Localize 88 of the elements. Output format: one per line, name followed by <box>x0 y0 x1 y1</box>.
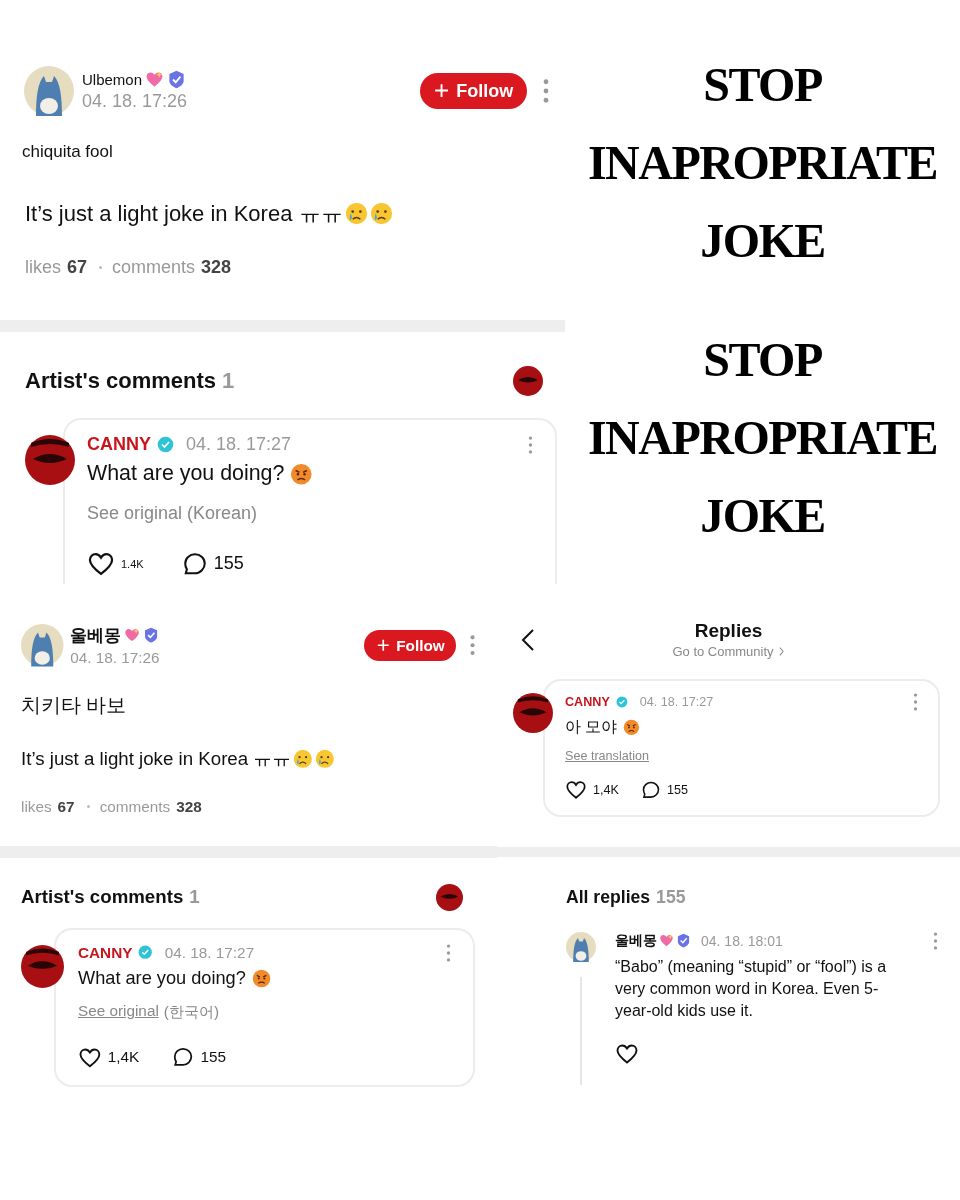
likes-label: likes <box>21 797 52 816</box>
reply-icon[interactable] <box>181 550 208 577</box>
post-text: It’s just a light joke in Korea ㅠㅠ <box>21 746 292 771</box>
translation-link[interactable]: See translation <box>565 749 649 764</box>
crying-face-icon <box>314 748 335 769</box>
chevron-right-icon[interactable] <box>777 646 785 657</box>
artist-name[interactable]: CANNY <box>78 943 133 962</box>
more-icon[interactable] <box>469 635 475 656</box>
reply-count: 155 <box>213 553 244 575</box>
likes-count: 67 <box>57 797 75 816</box>
like-count: 1,4K <box>107 1048 140 1067</box>
sparkling-heart-icon <box>145 70 165 89</box>
comment-time: 04. 18. 17:27 <box>639 695 715 709</box>
follow-button[interactable]: Follow <box>364 630 457 661</box>
comment-time: 04. 18. 17:27 <box>164 943 256 962</box>
like-icon[interactable] <box>565 778 587 801</box>
artist-avatar[interactable] <box>436 883 463 911</box>
username[interactable]: 울베몽 <box>70 624 122 647</box>
reply-icon[interactable] <box>640 779 661 800</box>
verified-badge-icon <box>143 627 160 644</box>
likes-label: likes <box>25 257 61 279</box>
like-count: 1,4K <box>593 782 619 797</box>
section-title: All replies <box>566 886 651 908</box>
comment-text: What are you doing? <box>78 967 246 989</box>
reply-text: “Babo” (meaning “stupid” or “fool”) is a very common word in Korea. Even 5-year-old kids use it. <box>615 956 888 1021</box>
more-icon[interactable] <box>528 435 533 454</box>
angry-face-icon <box>251 968 271 988</box>
back-icon[interactable] <box>521 627 535 652</box>
comments-label: comments <box>112 257 196 279</box>
user-avatar[interactable] <box>21 624 64 667</box>
reply-count: 155 <box>666 782 688 797</box>
more-icon[interactable] <box>913 693 918 711</box>
verified-badge-icon <box>138 945 153 960</box>
caption-text: STOP INAPROPRIATE JOKE <box>587 57 938 269</box>
more-icon[interactable] <box>543 79 549 103</box>
user-avatar[interactable] <box>24 66 74 116</box>
sparkling-heart-icon <box>659 933 674 949</box>
caption-text: STOP INAPROPRIATE JOKE <box>587 332 938 544</box>
artist-name[interactable]: CANNY <box>87 434 151 456</box>
reply-total: 155 <box>656 886 687 908</box>
community-link[interactable]: Go to Community <box>672 644 774 659</box>
crying-face-icon <box>369 202 393 226</box>
username[interactable]: Ulbemon <box>82 71 143 88</box>
likes-count: 67 <box>67 257 88 279</box>
artist-avatar[interactable] <box>513 366 543 397</box>
language-label: (한국어) <box>163 1002 219 1023</box>
comment-count: 1 <box>189 886 201 909</box>
more-icon[interactable] <box>446 943 451 962</box>
verified-badge-icon <box>615 696 628 708</box>
comment-time: 04. 18. 17:27 <box>186 434 293 456</box>
sparkling-heart-icon <box>124 627 141 644</box>
comments-count: 328 <box>176 797 202 816</box>
reply-time: 04. 18. 18:01 <box>701 932 784 949</box>
reply-icon[interactable] <box>172 1046 195 1069</box>
crying-face-icon <box>293 748 313 769</box>
post-time: 04. 18. 17:26 <box>70 649 161 667</box>
comment-text: 아 모야 <box>565 717 618 737</box>
artist-name[interactable]: CANNY <box>565 695 610 709</box>
verified-badge-icon <box>167 70 187 89</box>
post-text: It’s just a light joke in Korea ㅠㅠ <box>25 199 343 228</box>
verified-badge-icon <box>157 436 174 454</box>
artist-avatar[interactable] <box>25 435 75 486</box>
post-text: chiquita fool <box>22 142 113 163</box>
section-title: Artist's comments <box>21 886 184 909</box>
post-text: 치키타 바보 <box>21 693 127 719</box>
translation-link[interactable]: See original (Korean) <box>87 502 258 524</box>
section-title: Artist's comments <box>25 368 217 395</box>
post-time: 04. 18. 17:26 <box>82 91 189 112</box>
angry-face-icon <box>623 719 641 736</box>
comments-count: 328 <box>201 257 232 279</box>
comments-label: comments <box>99 797 171 816</box>
plus-icon <box>433 82 451 100</box>
plus-icon <box>375 638 391 653</box>
more-icon[interactable] <box>933 931 938 950</box>
artist-avatar[interactable] <box>513 693 553 733</box>
translation-link[interactable]: See original <box>78 1002 159 1024</box>
like-count: 1.4K <box>121 557 144 570</box>
username[interactable]: 울베몽 <box>615 931 657 950</box>
verified-badge-icon <box>676 933 691 949</box>
screen-title: Replies <box>694 620 763 642</box>
comment-count: 1 <box>222 368 236 395</box>
artist-avatar[interactable] <box>21 944 64 988</box>
user-avatar[interactable] <box>566 931 596 962</box>
comment-text: What are you doing? <box>87 461 285 487</box>
reply-count: 155 <box>200 1048 227 1067</box>
angry-face-icon <box>290 462 313 486</box>
follow-button[interactable]: Follow <box>419 72 527 110</box>
crying-face-icon <box>344 202 368 226</box>
